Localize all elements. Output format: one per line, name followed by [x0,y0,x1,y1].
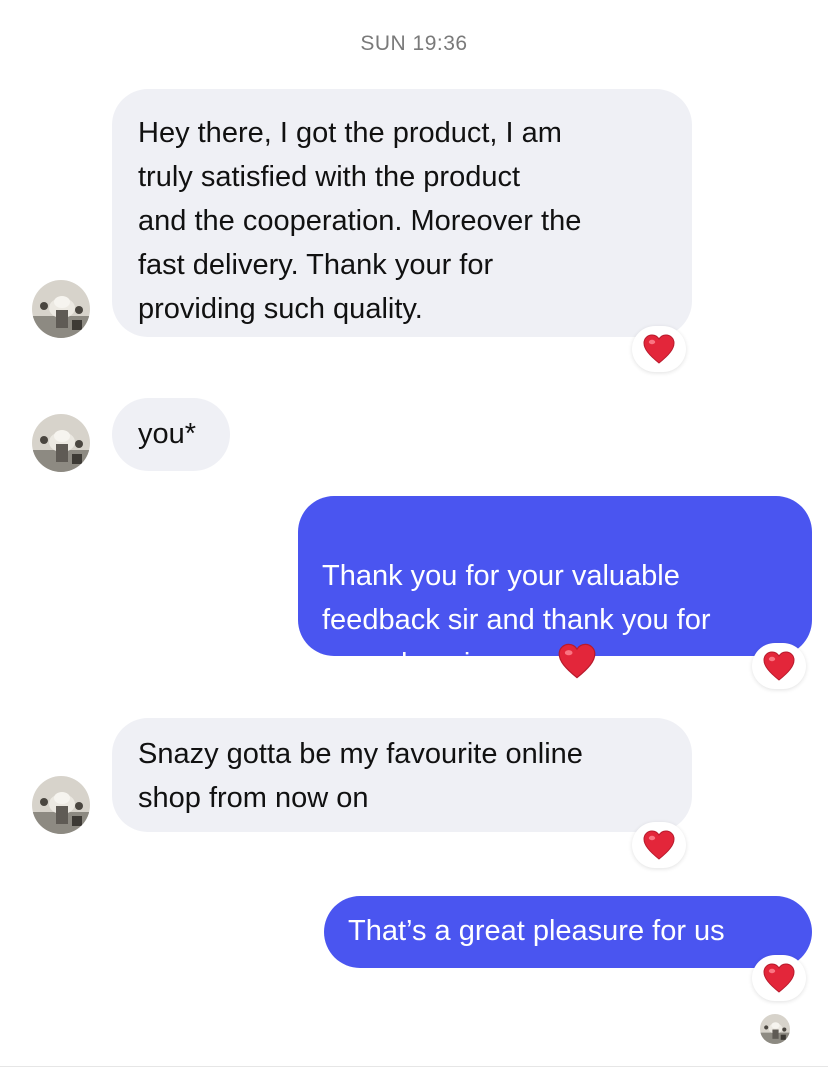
incoming-message-bubble[interactable]: Hey there, I got the product, I am truly… [112,89,692,337]
red-heart-icon [763,963,795,993]
message-reaction[interactable] [632,822,686,868]
avatar-image [760,1014,790,1044]
incoming-message-bubble[interactable]: you* [112,398,230,471]
sender-avatar[interactable] [32,776,90,834]
message-reaction[interactable] [752,643,806,689]
red-heart-icon [763,651,795,681]
sender-avatar[interactable] [32,280,90,338]
avatar-image [32,280,90,338]
bottom-divider [0,1066,828,1067]
avatar-image [32,414,90,472]
conversation-timestamp: SUN 19:36 [360,32,468,55]
sender-avatar[interactable] [32,414,90,472]
message-text: Thank you for your valuable feedback sir… [322,560,711,680]
red-heart-icon [643,830,675,860]
red-heart-icon [558,643,596,679]
outgoing-message-bubble[interactable]: That’s a great pleasure for us [324,896,812,968]
outgoing-message-bubble[interactable]: Thank you for your valuable feedback sir… [298,496,812,680]
avatar-image [32,776,90,834]
message-reaction[interactable] [752,955,806,1001]
red-heart-icon [643,334,675,364]
seen-indicator-avatar [760,1014,790,1044]
message-reaction[interactable] [632,326,686,372]
incoming-message-bubble[interactable]: Snazy gotta be my favourite online shop … [112,718,692,832]
